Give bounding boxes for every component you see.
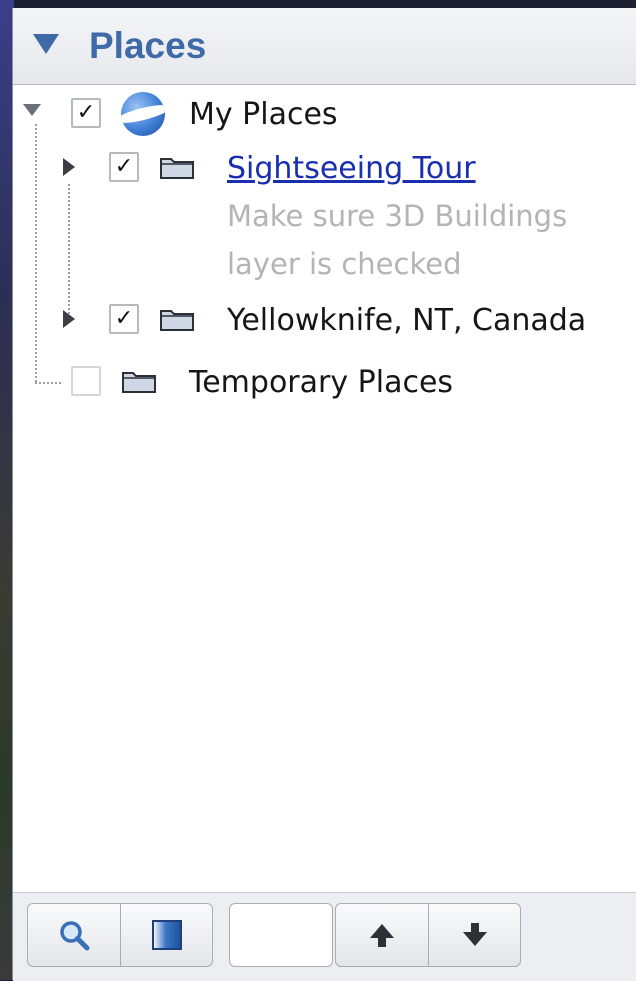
- places-tree: ✓ My Places ✓ Sightseeing Tour Make sure…: [13, 84, 636, 894]
- tree-item-label: My Places: [189, 97, 338, 132]
- places-toolbar: [13, 892, 636, 981]
- yellowknife-checkbox[interactable]: ✓: [109, 304, 139, 334]
- sidebar-toggle-button[interactable]: [120, 904, 212, 966]
- view-button-group: [27, 903, 213, 967]
- places-header[interactable]: Places: [13, 8, 636, 85]
- sightseeing-tour-checkbox[interactable]: ✓: [109, 152, 139, 182]
- collapse-triangle-icon[interactable]: [33, 34, 59, 54]
- temporary-places-checkbox[interactable]: [71, 366, 101, 396]
- sightseeing-tour-link[interactable]: Sightseeing Tour: [227, 150, 476, 188]
- blank-input-box[interactable]: [229, 903, 333, 967]
- arrow-down-icon: [462, 923, 487, 946]
- move-button-group: [335, 903, 521, 967]
- expand-arrow-icon[interactable]: [23, 104, 41, 116]
- google-earth-globe-icon: [121, 92, 165, 136]
- folder-icon: [122, 372, 156, 393]
- folder-icon: [160, 310, 194, 331]
- tree-line: [35, 382, 61, 384]
- search-button[interactable]: [28, 904, 120, 966]
- folder-icon: [160, 158, 194, 179]
- expand-arrow-icon[interactable]: [63, 310, 75, 328]
- item-description: layer is checked: [227, 247, 462, 281]
- tree-line: [68, 184, 70, 314]
- expand-arrow-icon[interactable]: [63, 158, 75, 176]
- move-up-button[interactable]: [336, 904, 428, 966]
- my-places-checkbox[interactable]: ✓: [71, 98, 101, 128]
- panel-title: Places: [89, 25, 207, 66]
- tree-item-label: Yellowknife, NT, Canada: [227, 303, 587, 338]
- places-panel: Places ✓ My Places ✓ Sightseeing Tour Ma…: [12, 8, 636, 981]
- sidebar-toggle-icon: [151, 920, 182, 950]
- arrow-up-icon: [370, 924, 394, 947]
- tree-line: [35, 124, 37, 382]
- tree-item-label: Temporary Places: [189, 365, 454, 400]
- search-icon: [60, 921, 90, 951]
- move-down-button[interactable]: [428, 904, 520, 966]
- item-description: Make sure 3D Buildings: [227, 199, 568, 233]
